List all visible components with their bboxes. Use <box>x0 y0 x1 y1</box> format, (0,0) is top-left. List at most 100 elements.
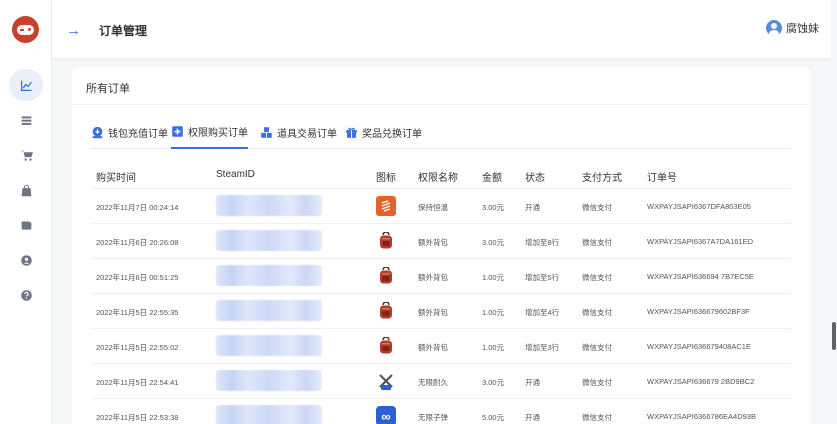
cell-amount: 1.00元 <box>482 343 505 352</box>
steamid-redacted <box>216 405 322 424</box>
table-row[interactable]: 2022年11月7日 00:24:14 保持恒温 3.00元 开通 微信支付 WXPAYJ… <box>91 189 791 224</box>
cell-order: WXPAYJSAPI636679 2BD9BC2 <box>647 377 755 386</box>
column-header: 订单号 <box>647 173 677 184</box>
steamid-redacted <box>216 230 322 251</box>
steamid-redacted <box>216 335 322 356</box>
cell-pay: 微信支付 <box>582 378 612 387</box>
backpack-icon <box>376 336 396 356</box>
user-menu[interactable]: 腐蚀妹 <box>766 20 819 36</box>
backpack-icon <box>376 266 396 286</box>
column-header: 权限名称 <box>418 173 458 184</box>
column-header: 状态 <box>525 173 545 184</box>
cell-time: 2022年11月5日 22:55:02 <box>96 343 179 352</box>
nav-wallet[interactable] <box>9 209 43 241</box>
cell-amount: 5.00元 <box>482 413 505 422</box>
list-icon <box>21 115 31 125</box>
cell-status: 增加至5行 <box>525 273 560 282</box>
gamepad-icon <box>17 24 34 35</box>
nav-list[interactable] <box>9 104 43 136</box>
cell-status: 增加至4行 <box>525 308 560 317</box>
table-row[interactable]: 2022年11月5日 22:54:41 无限耐久 3.00元 开通 微信支付 WXPAYJ… <box>91 364 791 399</box>
column-header: 购买时间 <box>96 173 136 184</box>
cell-status: 开通 <box>525 203 540 212</box>
steamid-redacted <box>216 265 322 286</box>
steamid-redacted <box>216 195 322 216</box>
cart-icon <box>20 150 33 161</box>
cell-name: 无限子弹 <box>418 413 448 422</box>
scroll-thumb[interactable] <box>832 322 836 350</box>
cell-amount: 1.00元 <box>482 273 505 282</box>
tab-label: 道具交易订单 <box>277 129 337 140</box>
bag-icon <box>21 184 31 196</box>
table-row[interactable]: 2022年11月6日 20:26:08 额外背包 3.00元 增加至8行 微信支付 WXP… <box>91 224 791 259</box>
cell-time: 2022年11月7日 00:24:14 <box>96 203 179 212</box>
tab-item-trade-orders[interactable]: 道具交易订单 <box>260 122 337 149</box>
top-header: → 订单管理 腐蚀妹 <box>52 0 837 58</box>
cell-time: 2022年11月6日 00:51:25 <box>96 273 179 282</box>
cell-name: 额外背包 <box>418 343 448 352</box>
page-title: 订单管理 <box>99 24 148 38</box>
cell-pay: 微信支付 <box>582 308 612 317</box>
cell-time: 2022年11月5日 22:55:35 <box>96 308 179 317</box>
tab-label: 奖品兑换订单 <box>362 129 422 140</box>
column-header: 图标 <box>376 173 396 184</box>
cell-time: 2022年11月6日 20:26:08 <box>96 238 179 247</box>
cell-pay: 微信支付 <box>582 238 612 247</box>
nav-dashboard[interactable] <box>9 69 43 101</box>
arrow-right-icon[interactable]: → <box>66 22 81 39</box>
cell-pay: 微信支付 <box>582 273 612 282</box>
sidebar <box>0 0 52 424</box>
cell-amount: 1.00元 <box>482 308 505 317</box>
cell-status: 增加至8行 <box>525 238 560 247</box>
cell-order: WXPAYJSAPI6367A7DA161ED <box>647 237 754 246</box>
backpack-icon <box>376 301 396 321</box>
cell-order: WXPAYJSAPI6367DFA803E05 <box>647 202 751 211</box>
column-header: 支付方式 <box>582 173 622 184</box>
table-row[interactable]: 2022年11月5日 22:55:02 额外背包 1.00元 增加至3行 微信支付 WXP… <box>91 329 791 364</box>
cell-status: 开通 <box>525 413 540 422</box>
wallet-icon <box>21 220 31 230</box>
cell-order: WXPAYJSAPI636694 7B7EC5E <box>647 272 754 281</box>
user-name: 腐蚀妹 <box>786 23 819 35</box>
tab-label: 钱包充值订单 <box>108 129 168 140</box>
infinity-icon: ∞ <box>376 406 396 424</box>
steamid-redacted <box>216 370 322 391</box>
cell-pay: 微信支付 <box>582 413 612 422</box>
cell-time: 2022年11月5日 22:53:38 <box>96 413 179 422</box>
help-icon <box>20 289 32 301</box>
cell-order: WXPAYJSAPI636679408AC1E <box>647 342 751 351</box>
wallet-download-icon <box>92 126 103 139</box>
cell-amount: 3.00元 <box>482 203 505 212</box>
nav-cart[interactable] <box>9 139 43 171</box>
user-circle-icon <box>20 254 32 266</box>
cell-name: 额外背包 <box>418 308 448 317</box>
card-divider <box>72 104 810 105</box>
tab-prize-orders[interactable]: 奖品兑换订单 <box>345 122 422 149</box>
cell-name: 无限耐久 <box>418 378 448 387</box>
nav-bag[interactable] <box>9 174 43 206</box>
table-row[interactable]: 2022年11月6日 00:51:25 额外背包 1.00元 增加至5行 微信支付 WXP… <box>91 259 791 294</box>
plus-square-icon <box>172 126 183 137</box>
nav-help[interactable] <box>9 279 43 311</box>
tab-label: 权限购买订单 <box>188 128 248 139</box>
cell-time: 2022年11月5日 22:54:41 <box>96 378 179 387</box>
tab-permission-orders[interactable]: 权限购买订单 <box>171 122 248 149</box>
gift-icon <box>346 127 357 138</box>
cell-amount: 3.00元 <box>482 238 505 247</box>
nav-user[interactable] <box>9 244 43 276</box>
cell-order: WXPAYJSAPI636679602BF3F <box>647 307 750 316</box>
table-row[interactable]: 2022年11月5日 22:53:38 无限子弹 5.00元 开通 微信支付 WXPAYJ… <box>91 399 791 424</box>
page-scrollbar[interactable] <box>831 0 837 424</box>
cell-pay: 微信支付 <box>582 203 612 212</box>
cell-amount: 3.00元 <box>482 378 505 387</box>
app-logo[interactable] <box>12 16 39 43</box>
cell-name: 保持恒温 <box>418 203 448 212</box>
cell-status: 开通 <box>525 378 540 387</box>
tab-wallet-orders[interactable]: 钱包充值订单 <box>91 122 168 149</box>
orders-card: 所有订单 钱包充值订单 权限购买订单 道具交易订单 奖品兑换订单 购买时间 St… <box>72 67 810 424</box>
table-row[interactable]: 2022年11月5日 22:55:35 额外背包 1.00元 增加至4行 微信支付 WXP… <box>91 294 791 329</box>
steamid-redacted <box>216 300 322 321</box>
order-tabs: 钱包充值订单 权限购买订单 道具交易订单 奖品兑换订单 <box>91 122 791 149</box>
cubes-icon <box>261 127 272 138</box>
column-header: 金额 <box>482 173 502 184</box>
